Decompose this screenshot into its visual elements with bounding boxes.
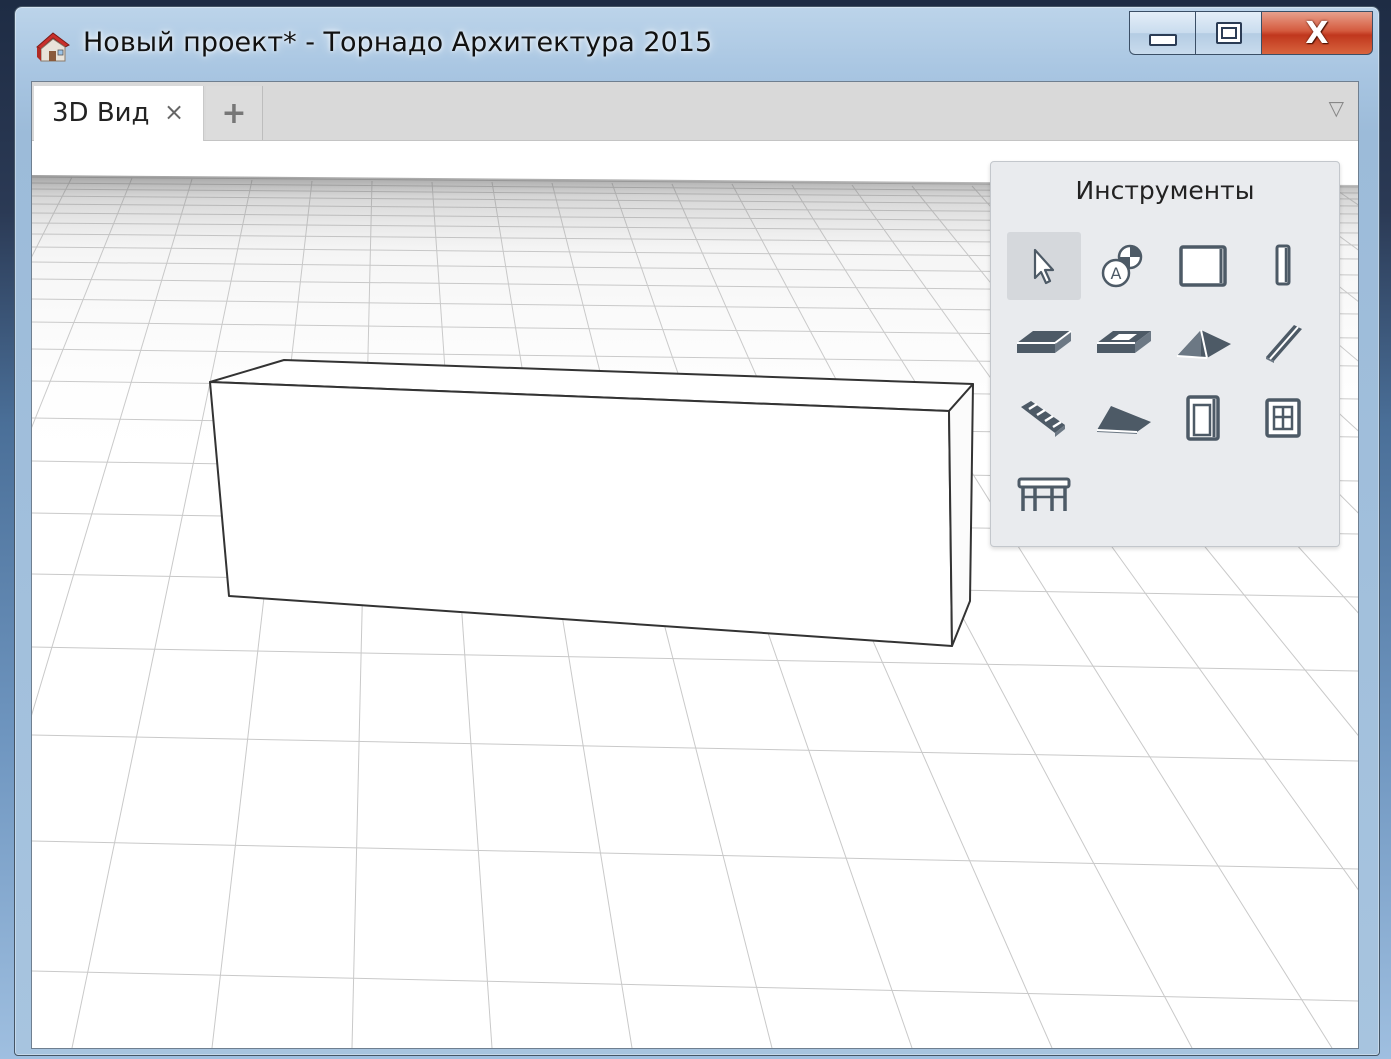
restore-icon — [1215, 22, 1242, 44]
beam-icon — [1266, 325, 1302, 363]
block-side-face — [948, 383, 974, 647]
window-controls: X — [1129, 11, 1373, 57]
window-icon — [1265, 398, 1301, 438]
client-area: 3D Вид × + ▽ Инструменты A — [31, 81, 1359, 1049]
tool-select[interactable] — [1007, 232, 1081, 300]
room-icon — [1179, 245, 1227, 287]
tools-panel: Инструменты A — [990, 161, 1340, 547]
column-icon — [1275, 244, 1291, 286]
tool-beam[interactable] — [1247, 308, 1321, 376]
stairs-icon — [1021, 401, 1065, 437]
tool-stairs[interactable] — [1007, 384, 1081, 452]
plus-icon: + — [221, 95, 247, 131]
tool-slab-opening[interactable] — [1087, 308, 1161, 376]
svg-text:A: A — [1111, 264, 1122, 283]
3d-block-object[interactable] — [209, 359, 974, 647]
app-window: Новый проект* - Торнадо Архитектура 2015… — [14, 6, 1380, 1056]
3d-viewport[interactable]: Инструменты A — [32, 141, 1358, 1048]
ramp-icon — [1096, 406, 1151, 434]
title-bar[interactable]: Новый проект* - Торнадо Архитектура 2015… — [15, 7, 1379, 81]
tool-snap-objects[interactable]: A — [1087, 232, 1161, 300]
tab-label: 3D Вид — [52, 98, 150, 128]
close-button[interactable]: X — [1261, 11, 1373, 55]
tools-panel-title: Инструменты — [1075, 176, 1255, 205]
close-icon: X — [1305, 15, 1329, 51]
roof-icon — [1176, 329, 1231, 359]
slab-opening-icon — [1097, 331, 1151, 353]
minimize-button[interactable] — [1129, 11, 1195, 55]
add-tab-button[interactable]: + — [206, 86, 263, 140]
restore-button[interactable] — [1195, 11, 1261, 55]
tab-close-icon[interactable]: × — [164, 98, 184, 126]
tool-room[interactable] — [1167, 232, 1241, 300]
tool-column[interactable] — [1247, 232, 1321, 300]
slab-icon — [1017, 330, 1072, 353]
snap-objects-icon: A — [1101, 244, 1143, 288]
window-title: Новый проект* - Торнадо Архитектура 2015 — [83, 27, 713, 58]
tool-furniture[interactable] — [1007, 460, 1081, 528]
door-icon — [1186, 395, 1220, 441]
tool-door[interactable] — [1167, 384, 1241, 452]
tab-3d-view[interactable]: 3D Вид × — [34, 86, 204, 142]
tab-list-dropdown-icon[interactable]: ▽ — [1329, 96, 1344, 120]
house-app-icon — [36, 32, 70, 62]
tool-ramp[interactable] — [1087, 384, 1161, 452]
tab-bar: 3D Вид × + ▽ — [32, 82, 1358, 142]
tool-roof[interactable] — [1167, 308, 1241, 376]
tool-window[interactable] — [1247, 384, 1321, 452]
furniture-table-icon — [1017, 477, 1071, 511]
minimize-icon — [1148, 34, 1177, 46]
select-arrow-icon — [1033, 248, 1055, 285]
block-front-face — [209, 381, 953, 647]
tool-slab[interactable] — [1007, 308, 1081, 376]
